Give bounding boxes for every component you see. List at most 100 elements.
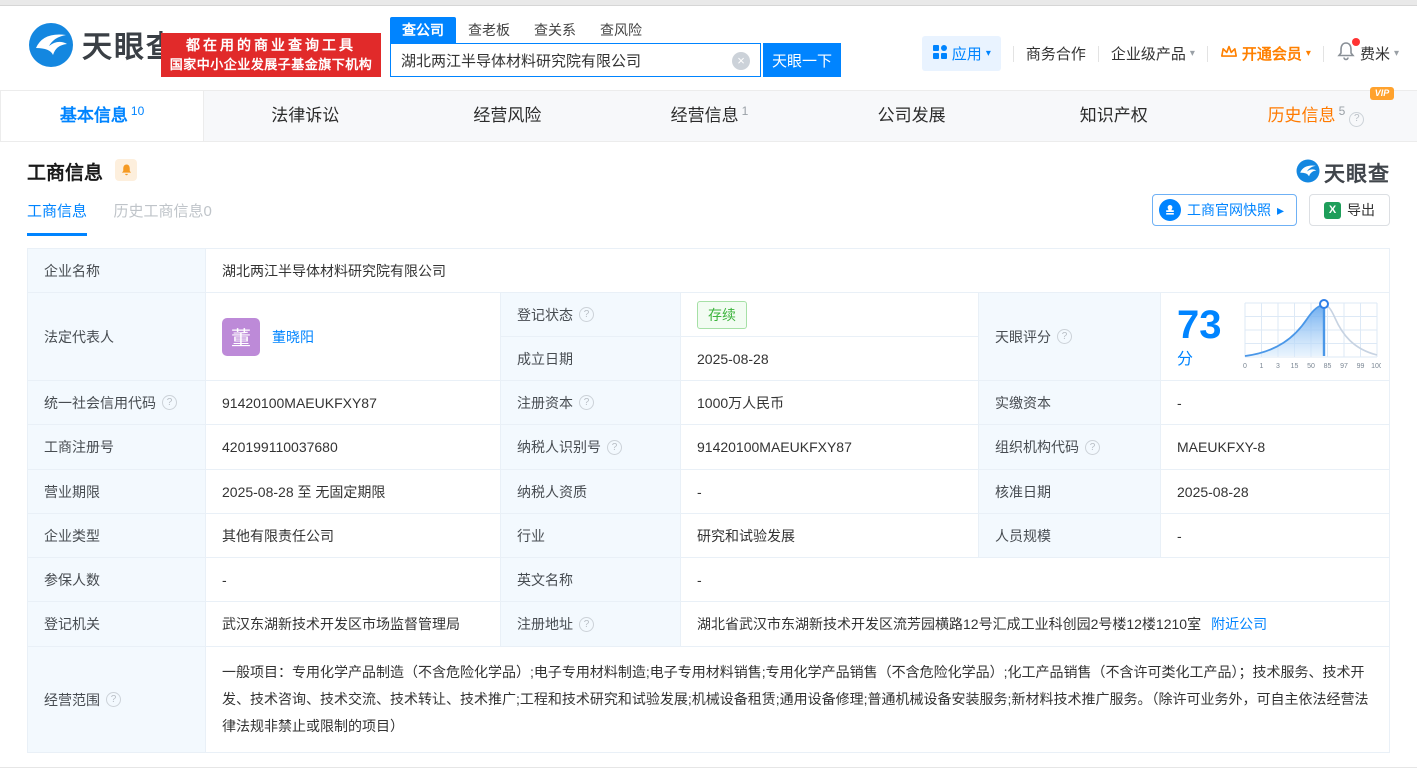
- export-button[interactable]: X 导出: [1309, 194, 1390, 226]
- reg-capital-value: 1000万人民币: [681, 381, 979, 425]
- search-tabs: 查公司 查老板 查关系 查风险: [390, 17, 841, 43]
- english-name-label: 英文名称: [501, 558, 681, 602]
- approval-date-value: 2025-08-28: [1161, 470, 1390, 514]
- tyc-score-label: 天眼评分?: [979, 293, 1161, 381]
- svg-text:3: 3: [1276, 363, 1280, 370]
- help-icon[interactable]: ?: [106, 692, 121, 707]
- staff-size-value: -: [1161, 514, 1390, 558]
- reg-address-label: 注册地址?: [501, 602, 681, 647]
- apps-grid-icon: [932, 44, 948, 64]
- reg-authority-label: 登记机关: [28, 602, 206, 647]
- taxpayer-qual-value: -: [681, 470, 979, 514]
- help-icon[interactable]: ?: [579, 307, 594, 322]
- nav-enterprise[interactable]: 企业级产品 ▾: [1111, 43, 1195, 64]
- search-tab-boss[interactable]: 查老板: [456, 17, 522, 43]
- search-area: 查公司 查老板 查关系 查风险 × 天眼一下: [390, 17, 841, 77]
- excel-icon: X: [1324, 201, 1341, 219]
- taxpayer-qual-label: 纳税人资质: [501, 470, 681, 514]
- help-icon[interactable]: ?: [579, 616, 594, 632]
- watermark-text: 天眼查: [1324, 163, 1390, 186]
- score-distribution-chart: 0 1 3 15 50 85 97 99 100: [1241, 299, 1383, 374]
- notifications-bell-icon[interactable]: [1336, 38, 1360, 66]
- svg-text:50: 50: [1307, 363, 1315, 370]
- tab-operation-info[interactable]: 经营信息 1: [608, 91, 810, 141]
- help-icon[interactable]: ?: [579, 395, 594, 410]
- business-scope-value: 一般项目：专用化学产品制造（不含危险化学品）;电子专用材料制造;电子专用材料销售…: [206, 647, 1390, 753]
- company-tabbar: 基本信息 10 法律诉讼 经营风险 经营信息 1 公司发展 知识产权 历史信息 5? …: [0, 87, 1417, 142]
- tianyancha-logo-icon: [28, 22, 74, 73]
- notification-dot: [1351, 38, 1360, 46]
- help-icon[interactable]: ?: [607, 439, 622, 455]
- english-name-value: -: [681, 558, 1390, 602]
- apps-menu[interactable]: 应用 ▾: [921, 36, 1001, 71]
- clear-search-icon[interactable]: ×: [732, 52, 750, 70]
- chevron-down-icon: ▾: [1189, 48, 1195, 59]
- search-tab-relation[interactable]: 查关系: [522, 17, 588, 43]
- help-icon[interactable]: ?: [1057, 329, 1072, 344]
- legal-rep-label: 法定代表人: [28, 293, 206, 381]
- section-header: 工商信息 天眼查: [27, 158, 1390, 186]
- biz-term-label: 营业期限: [28, 470, 206, 514]
- reg-status-value: 存续: [681, 293, 979, 337]
- establish-date-label: 成立日期: [501, 337, 681, 381]
- reg-capital-label: 注册资本?: [501, 381, 681, 425]
- svg-text:100: 100: [1371, 363, 1381, 370]
- crown-icon: [1220, 45, 1238, 63]
- search-tab-risk[interactable]: 查风险: [588, 17, 654, 43]
- paid-capital-value: -: [1161, 381, 1390, 425]
- taxpayer-id-label: 纳税人识别号?: [501, 425, 681, 470]
- nearby-companies-link[interactable]: 附近公司: [1211, 614, 1267, 634]
- credit-code-label: 统一社会信用代码?: [28, 381, 206, 425]
- subtab-history-business-info[interactable]: 历史工商信息0: [113, 200, 211, 233]
- search-button[interactable]: 天眼一下: [763, 43, 841, 77]
- company-type-label: 企业类型: [28, 514, 206, 558]
- svg-text:1: 1: [1260, 363, 1264, 370]
- search-input[interactable]: [391, 45, 721, 75]
- arrow-right-icon: ▸: [1276, 201, 1284, 218]
- nav-cooperation[interactable]: 商务合作: [1026, 43, 1086, 64]
- business-scope-label: 经营范围?: [28, 647, 206, 753]
- watermark-logo: 天眼查: [1296, 158, 1390, 188]
- tab-intellectual-property[interactable]: 知识产权: [1013, 91, 1215, 141]
- header: 天眼查 TianYanCha.com 都在用的商业查询工具 国家中小企业发展子基…: [0, 6, 1417, 90]
- section-title: 工商信息: [27, 163, 104, 184]
- reg-authority-value: 武汉东湖新技术开发区市场监督管理局: [206, 602, 501, 647]
- legal-rep-link[interactable]: 董晓阳: [272, 327, 314, 347]
- chevron-down-icon: ▾: [985, 48, 991, 59]
- company-type-value: 其他有限责任公司: [206, 514, 501, 558]
- search-tab-company[interactable]: 查公司: [390, 17, 456, 43]
- svg-text:85: 85: [1324, 363, 1332, 370]
- tab-history-info[interactable]: 历史信息 5? VIP: [1215, 87, 1417, 141]
- header-nav: 应用 ▾ 商务合作 企业级产品 ▾ 开通会员 ▾ 费米 ▾: [921, 36, 1399, 71]
- reg-number-value: 420199110037680: [206, 425, 501, 470]
- org-code-value: MAEUKFXY-8: [1161, 425, 1390, 470]
- tab-company-development[interactable]: 公司发展: [811, 91, 1013, 141]
- legal-rep-avatar[interactable]: 董: [222, 317, 260, 356]
- nav-user[interactable]: 费米 ▾: [1360, 43, 1399, 64]
- tab-operation-risk[interactable]: 经营风险: [406, 91, 608, 141]
- monitor-bell-icon[interactable]: [115, 159, 138, 181]
- taxpayer-id-value: 91420100MAEUKFXY87: [681, 425, 979, 470]
- establish-date-value: 2025-08-28: [681, 337, 979, 381]
- help-icon[interactable]: ?: [1085, 439, 1100, 455]
- promo-line-2: 国家中小企业发展子基金旗下机构: [169, 57, 373, 72]
- company-name-label: 企业名称: [28, 249, 206, 293]
- nav-open-vip[interactable]: 开通会员 ▾: [1220, 43, 1311, 64]
- svg-text:15: 15: [1291, 363, 1299, 370]
- company-name-value: 湖北两江半导体材料研究院有限公司: [206, 249, 1390, 293]
- subtab-business-info[interactable]: 工商信息: [27, 200, 88, 236]
- tianyancha-watermark-icon: [1296, 159, 1320, 188]
- tab-legal-litigation[interactable]: 法律诉讼: [204, 91, 406, 141]
- credit-code-value: 91420100MAEUKFXY87: [206, 381, 501, 425]
- bottom-divider: [0, 767, 1417, 771]
- tab-basic-info[interactable]: 基本信息 10: [0, 91, 205, 141]
- tyc-score-value[interactable]: 73分 0 1 3 15 50 85 97 99 100: [1161, 293, 1390, 381]
- score-unit: 分: [1177, 350, 1194, 368]
- official-snapshot-button[interactable]: 工商官网快照 ▸: [1151, 194, 1297, 226]
- reg-number-label: 工商注册号: [28, 425, 206, 470]
- help-icon[interactable]: ?: [1349, 111, 1365, 127]
- business-info-table: 企业名称 湖北两江半导体材料研究院有限公司 法定代表人 董 董晓阳 登记状态? …: [27, 248, 1390, 753]
- chevron-down-icon: ▾: [1393, 48, 1399, 59]
- help-icon[interactable]: ?: [162, 395, 177, 410]
- promo-line-1: 都在用的商业查询工具: [186, 37, 356, 53]
